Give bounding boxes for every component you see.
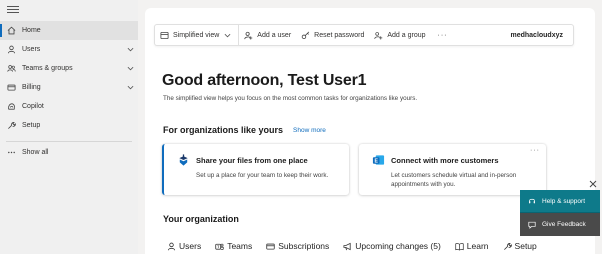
section-title: For organizations like yours: [163, 125, 284, 135]
tab-label: Learn: [466, 241, 489, 251]
layout-icon: [160, 31, 169, 39]
tab-label: Users: [179, 241, 202, 251]
view-selector-label: Simplified view: [173, 31, 220, 39]
tab-label: Upcoming changes (5): [355, 241, 441, 251]
sidebar-item-label: Billing: [22, 84, 41, 91]
add-group-icon: [374, 31, 383, 39]
help-panel: Help & support Give Feedback: [520, 190, 600, 236]
sidebar-item-setup[interactable]: Setup: [0, 116, 138, 135]
feedback-icon: [528, 221, 536, 229]
teams-icon: T: [215, 243, 224, 250]
tab-learn[interactable]: Learn: [455, 236, 489, 254]
card-more-button[interactable]: ···: [530, 147, 540, 154]
give-feedback-button[interactable]: Give Feedback: [520, 213, 600, 236]
add-user-icon: [244, 31, 253, 40]
home-icon: [0, 26, 22, 35]
sidebar-item-label: Show all: [22, 149, 49, 156]
sidebar-show-all[interactable]: Show all: [0, 143, 138, 162]
add-user-label: Add a user: [257, 31, 292, 39]
sidebar-item-label: Teams & groups: [22, 65, 73, 72]
tab-upcoming-changes[interactable]: Upcoming changes (5): [343, 236, 441, 254]
user-icon: [167, 242, 176, 250]
chevron-down-icon: [122, 66, 138, 71]
share-files-card[interactable]: Share your files from one place Set up a…: [162, 144, 349, 195]
sidebar-item-users[interactable]: Users: [0, 40, 138, 59]
give-feedback-label: Give Feedback: [542, 221, 586, 228]
view-selector[interactable]: Simplified view: [155, 25, 240, 45]
book-icon: [455, 242, 464, 251]
tab-teams[interactable]: T Teams: [215, 236, 252, 254]
reset-password-label: Reset password: [314, 31, 365, 39]
help-support-label: Help & support: [542, 197, 585, 205]
nav-divider: [6, 141, 132, 142]
chevron-down-icon: [122, 85, 138, 90]
show-more-link[interactable]: Show more: [293, 127, 326, 134]
megaphone-icon: [343, 242, 351, 250]
headset-icon: [529, 198, 535, 204]
card-title: Connect with more customers: [391, 156, 499, 165]
onedrive-icon: [179, 154, 188, 166]
more-actions-button[interactable]: ···: [431, 25, 455, 45]
add-group-button[interactable]: Add a group: [369, 25, 430, 45]
chevron-down-icon: [224, 33, 231, 37]
card-description: Set up a place for your team to keep the…: [196, 172, 329, 179]
page-title: Good afternoon, Test User1: [162, 72, 367, 89]
sidebar-item-billing[interactable]: Billing: [0, 78, 138, 97]
card-icon: [266, 243, 275, 250]
org-domain: medhacloudxyz: [510, 31, 563, 39]
card-description: Let customers schedule virtual and in-pe…: [391, 172, 517, 188]
tab-label: Subscriptions: [278, 241, 330, 251]
reset-password-button[interactable]: Reset password: [296, 25, 369, 45]
card-title: Share your files from one place: [196, 156, 308, 165]
add-group-label: Add a group: [387, 31, 426, 39]
exchange-icon: E: [372, 155, 385, 165]
billing-icon: [0, 83, 22, 92]
sidebar-item-teams-groups[interactable]: Teams & groups: [0, 59, 138, 78]
sidebar-item-label: Copilot: [22, 103, 44, 110]
svg-text:T: T: [217, 245, 220, 249]
svg-text:E: E: [374, 158, 378, 164]
user-icon: [0, 45, 22, 54]
add-user-button[interactable]: Add a user: [239, 25, 296, 45]
sidebar-item-label: Setup: [22, 122, 41, 129]
hamburger-menu-icon[interactable]: [7, 6, 19, 15]
sidebar-item-label: Home: [22, 27, 41, 34]
tab-label: Setup: [514, 241, 537, 251]
command-bar: Simplified view Add a user Reset passwor…: [154, 24, 574, 46]
tab-label: Teams: [227, 241, 253, 251]
page-subtitle: The simplified view helps you focus on t…: [163, 95, 418, 102]
wrench-icon: [0, 121, 22, 130]
more-horizontal-icon: [0, 148, 22, 157]
tab-users[interactable]: Users: [167, 236, 201, 254]
org-tabs: Users T Teams Subscriptions Upcoming cha…: [167, 236, 551, 254]
wrench-icon: [503, 242, 512, 250]
connect-customers-card[interactable]: E Connect with more customers Let custom…: [359, 144, 546, 195]
left-nav: Home Users Teams & groups Billing Copilo…: [0, 0, 138, 254]
chevron-down-icon: [122, 47, 138, 52]
help-support-button[interactable]: Help & support: [520, 190, 600, 213]
close-icon[interactable]: [587, 178, 599, 190]
key-icon: [301, 31, 310, 39]
tab-setup[interactable]: Setup: [503, 236, 537, 254]
sidebar-item-label: Users: [22, 46, 41, 53]
copilot-icon: [0, 102, 22, 111]
org-section-title: Your organization: [163, 214, 239, 224]
sidebar-item-copilot[interactable]: Copilot: [0, 97, 138, 116]
teams-icon: [0, 64, 22, 73]
tab-subscriptions[interactable]: Subscriptions: [266, 236, 329, 254]
sidebar-item-home[interactable]: Home: [0, 21, 138, 40]
